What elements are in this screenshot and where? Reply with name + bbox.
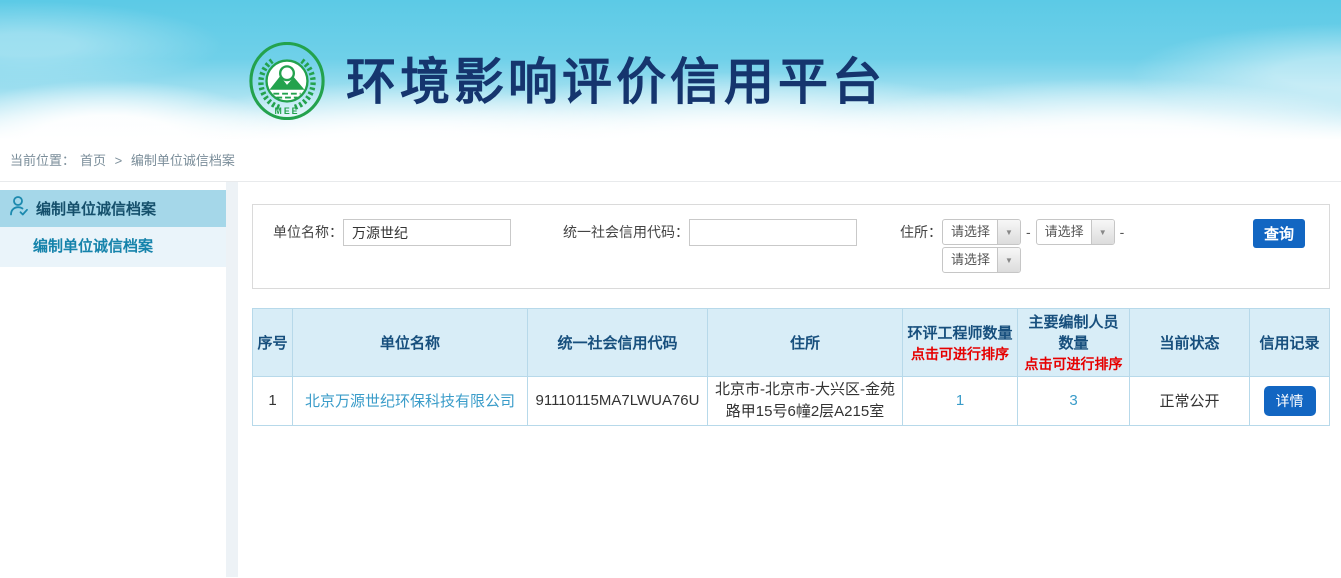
chevron-down-icon[interactable]: ▼ [997,220,1020,244]
col-unit-name: 单位名称 [293,309,528,377]
residence-label: 住所： [900,219,942,246]
residence-separator: - [1026,224,1031,240]
table-row: 1 北京万源世纪环保科技有限公司 91110115MA7LWUA76U 北京市-… [253,377,1330,426]
residence-selects: 请选择 ▼ - 请选择 ▼ - 请选择 ▼ [942,219,1129,275]
residence-separator: - [1120,224,1125,240]
breadcrumb-separator: > [115,153,123,168]
col-staff-count-sortable[interactable]: 主要编制人员数量 点击可进行排序 [1018,309,1130,377]
city-select[interactable]: 请选择 ▼ [1036,219,1115,245]
col-address: 住所 [708,309,903,377]
results-table: 序号 单位名称 统一社会信用代码 住所 环评工程师数量 点击可进行排序 主要编制… [252,308,1330,426]
mee-logo-icon: MEE [248,42,326,125]
person-check-icon [8,194,30,223]
query-button[interactable]: 查询 [1253,219,1305,248]
address-value: 北京市-北京市-大兴区-金苑路甲15号6幢2层A215室 [708,377,903,426]
logo-text: MEE [275,106,300,116]
credit-code-value: 91110115MA7LWUA76U [528,377,708,426]
status-value: 正常公开 [1130,377,1250,426]
sidebar-item-unit-credit-archive[interactable]: 编制单位诚信档案 [0,190,226,227]
breadcrumb: 当前位置： 首页 > 编制单位诚信档案 [0,140,1341,182]
search-panel: 单位名称： 统一社会信用代码： 住所： 请选择 ▼ - 请选择 ▼ - [252,204,1330,289]
sidebar-subitem-unit-credit-archive[interactable]: 编制单位诚信档案 [0,227,226,267]
unit-name-label: 单位名称： [273,219,343,246]
col-credit-code: 统一社会信用代码 [528,309,708,377]
credit-code-label: 统一社会信用代码： [563,219,689,246]
staff-count-link[interactable]: 3 [1069,392,1077,409]
col-engineer-count-sortable[interactable]: 环评工程师数量 点击可进行排序 [903,309,1018,377]
detail-button[interactable]: 详情 [1264,386,1316,416]
col-credit-record: 信用记录 [1250,309,1330,377]
sort-hint: 点击可进行排序 [907,344,1013,364]
credit-code-input[interactable] [689,219,857,246]
chevron-down-icon[interactable]: ▼ [1091,220,1114,244]
main-content: 单位名称： 统一社会信用代码： 住所： 请选择 ▼ - 请选择 ▼ - [238,182,1341,577]
breadcrumb-current: 编制单位诚信档案 [131,153,235,168]
sidebar-divider [226,182,238,577]
header-banner: MEE 环境影响评价信用平台 [0,0,1341,140]
row-index: 1 [253,377,293,426]
col-index: 序号 [253,309,293,377]
breadcrumb-home-link[interactable]: 首页 [80,153,106,168]
engineer-count-link[interactable]: 1 [956,392,964,409]
sort-hint: 点击可进行排序 [1022,354,1125,374]
page-body: 编制单位诚信档案 编制单位诚信档案 单位名称： 统一社会信用代码： 住所： 请选… [0,182,1341,577]
page-title: 环境影响评价信用平台 [346,42,886,114]
province-select[interactable]: 请选择 ▼ [942,219,1021,245]
sidebar-item-label: 编制单位诚信档案 [36,198,156,219]
district-select[interactable]: 请选择 ▼ [942,247,1021,273]
col-status: 当前状态 [1130,309,1250,377]
table-header-row: 序号 单位名称 统一社会信用代码 住所 环评工程师数量 点击可进行排序 主要编制… [253,309,1330,377]
breadcrumb-label: 当前位置： [10,153,75,168]
sidebar: 编制单位诚信档案 编制单位诚信档案 [0,182,226,577]
chevron-down-icon[interactable]: ▼ [997,248,1020,272]
company-name-link[interactable]: 北京万源世纪环保科技有限公司 [305,393,515,410]
unit-name-input[interactable] [343,219,511,246]
